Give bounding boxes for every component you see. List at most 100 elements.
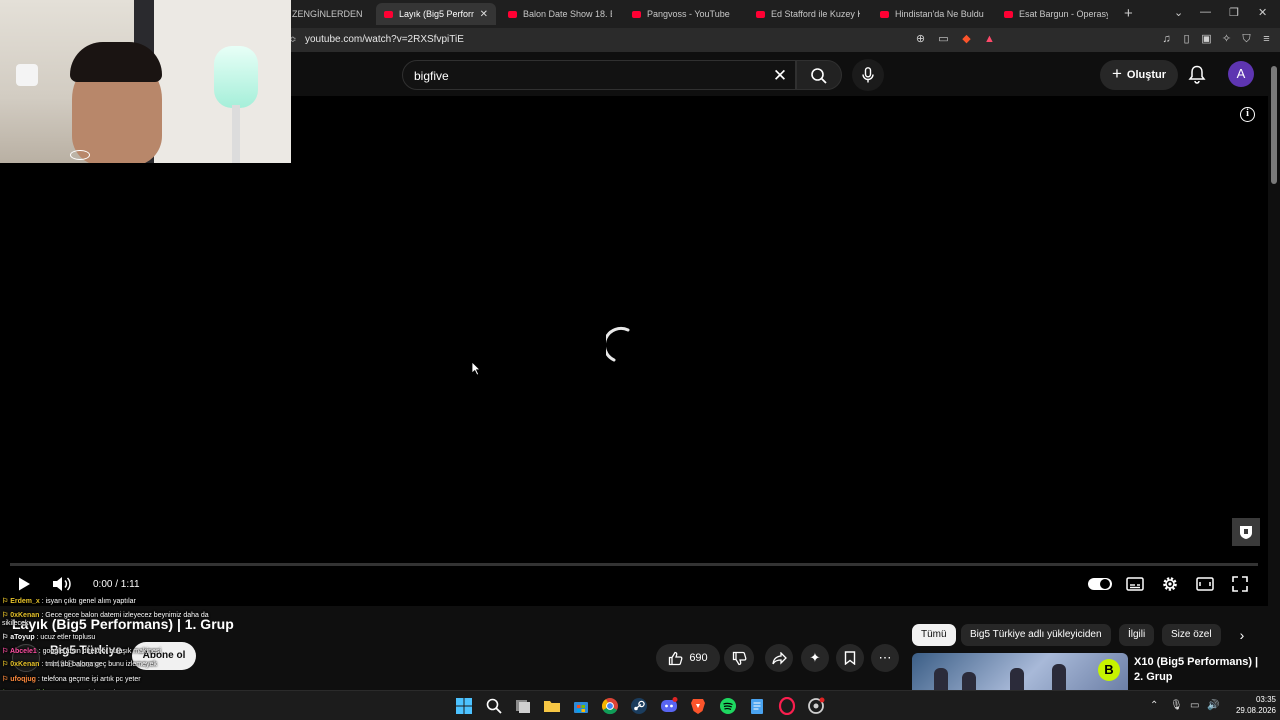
- zoom-icon[interactable]: ⊕: [914, 33, 927, 46]
- spotify-icon[interactable]: [719, 697, 737, 715]
- chip-uploader[interactable]: Big5 Türkiye adlı yükleyiciden: [961, 624, 1111, 646]
- shield-logo-icon: [1240, 526, 1252, 539]
- tray-volume-icon[interactable]: 🔊: [1207, 700, 1219, 711]
- menu-icon[interactable]: ≡: [1260, 33, 1273, 46]
- info-icon[interactable]: i: [1240, 107, 1255, 122]
- thumbnail-figure: [1010, 668, 1024, 690]
- tray-network-icon[interactable]: ▭: [1190, 700, 1199, 711]
- notifications-bell-icon[interactable]: [1188, 65, 1206, 84]
- save-button[interactable]: [836, 644, 864, 672]
- thumbnail-figure: [934, 668, 948, 690]
- sidebar-icon[interactable]: ▯: [1180, 33, 1193, 46]
- tab-3[interactable]: Pangvoss - YouTube: [624, 3, 744, 25]
- chat-message: ⚐ Abcele1 : google atsın direkt bi bulaş…: [2, 646, 161, 657]
- vpn-icon[interactable]: ⛉: [1240, 33, 1253, 46]
- task-view-icon[interactable]: [514, 697, 532, 715]
- clock-time: 03:35: [1255, 695, 1276, 704]
- search-button[interactable]: [796, 60, 842, 90]
- recommendation-thumbnail[interactable]: B: [912, 653, 1128, 690]
- channel-watermark-logo[interactable]: [1232, 518, 1260, 546]
- discord-icon[interactable]: [660, 697, 678, 715]
- fullscreen-icon[interactable]: [1232, 576, 1248, 592]
- tab-label: Balon Date Show 18. Bölü: [523, 9, 612, 19]
- tab-search-chevron-icon[interactable]: ⌄: [1174, 6, 1183, 19]
- chip-scroll-right-icon[interactable]: ›: [1232, 624, 1252, 646]
- webcam-cup: [16, 64, 38, 86]
- play-icon[interactable]: [16, 576, 32, 592]
- url-field[interactable]: youtube.com/watch?v=2RXSfvpiTiE: [305, 34, 464, 45]
- chat-username: ⚐ ufoqjug: [2, 676, 36, 683]
- more-actions-button[interactable]: ⋯: [871, 644, 899, 672]
- brave-rewards-icon[interactable]: ▲: [983, 33, 996, 46]
- close-window-icon[interactable]: ✕: [1258, 6, 1267, 19]
- channel-badge-icon: B: [1098, 659, 1120, 681]
- chip-related[interactable]: İlgili: [1119, 624, 1155, 646]
- tab-2[interactable]: Balon Date Show 18. Bölü: [500, 3, 620, 25]
- webcam-microphone: [214, 46, 258, 108]
- opera-gx-icon[interactable]: [778, 697, 796, 715]
- brave-browser-icon[interactable]: [689, 697, 707, 715]
- more-horizontal-icon: ⋯: [878, 650, 892, 665]
- youtube-favicon-icon: [632, 10, 641, 18]
- webcam-person-hair: [70, 42, 162, 82]
- media-icon[interactable]: ♫: [1160, 33, 1173, 46]
- extra-app-icon[interactable]: [807, 697, 825, 715]
- settings-gear-icon[interactable]: [1161, 575, 1179, 593]
- windows-start-icon[interactable]: [455, 697, 473, 715]
- chip-for-you[interactable]: Size özel: [1162, 624, 1221, 646]
- create-button[interactable]: + Oluştur: [1100, 60, 1178, 90]
- taskbar-search-icon[interactable]: [485, 697, 503, 715]
- chat-username: ⚐ aToyup: [2, 634, 35, 641]
- clear-search-icon[interactable]: ✕: [769, 65, 791, 87]
- chat-message: ⚐ 0xKenan : tmm abi balona geç bunu izle…: [2, 659, 157, 670]
- voice-search-button[interactable]: [852, 59, 884, 91]
- new-tab-icon[interactable]: +: [1124, 5, 1133, 22]
- share-button[interactable]: [765, 644, 793, 672]
- notepad-icon[interactable]: [748, 697, 766, 715]
- video-player[interactable]: i 0:00 / 1:11: [0, 96, 1268, 606]
- tab-0[interactable]: ZENGİNLERDEN PARA: [284, 3, 372, 25]
- screen: ZENGİNLERDEN PARA Layık (Big5 Performan …: [0, 0, 1280, 720]
- search-icon: [811, 68, 827, 84]
- tab-4[interactable]: Ed Stafford ile Kuzey Kenj: [748, 3, 868, 25]
- chat-text: : Gece gece balon datemi izleyecez beyni…: [39, 612, 209, 619]
- cast-icon[interactable]: ▭: [937, 33, 950, 46]
- wallet-icon[interactable]: ▣: [1200, 33, 1213, 46]
- search-box[interactable]: bigfive ✕: [402, 60, 796, 90]
- chip-all[interactable]: Tümü: [912, 624, 956, 646]
- dislike-button[interactable]: [724, 644, 754, 672]
- autoplay-toggle[interactable]: [1088, 578, 1112, 590]
- subtitles-icon[interactable]: [1126, 576, 1144, 592]
- chat-message: sikilecek: [2, 618, 28, 629]
- tab-6[interactable]: Esat Bargun - Operasyon: [996, 3, 1116, 25]
- chat-message: ⚐ ufoqjug : telefona geçme işi artık pc …: [2, 674, 141, 685]
- chat-text: : isyan çıktı genel alım yaptılar: [39, 598, 136, 605]
- webcam-mic-stand: [232, 105, 240, 163]
- tab-5[interactable]: Hindistan'da Ne Bulduysa: [872, 3, 992, 25]
- ask-ai-button[interactable]: ✦: [801, 644, 829, 672]
- recommendation-title[interactable]: X10 (Big5 Performans) | 2. Grup: [1134, 655, 1264, 685]
- chrome-icon[interactable]: [601, 697, 619, 715]
- theater-mode-icon[interactable]: [1196, 576, 1214, 592]
- windows-taskbar: ⌃ 🎙 ▭ 🔊 03:35 29.08.2026: [0, 690, 1280, 720]
- youtube-favicon-icon: [756, 10, 765, 18]
- tab-close-icon[interactable]: ✕: [480, 9, 488, 20]
- maximize-icon[interactable]: ❐: [1229, 6, 1239, 19]
- leo-ai-icon[interactable]: ✧: [1220, 33, 1233, 46]
- brave-shields-icon[interactable]: ◆: [960, 33, 973, 46]
- like-button[interactable]: 690: [656, 644, 720, 672]
- tray-overflow-chevron-icon[interactable]: ⌃: [1150, 700, 1158, 711]
- minimize-icon[interactable]: —: [1200, 6, 1211, 18]
- account-avatar[interactable]: A: [1228, 61, 1254, 87]
- tray-microphone-icon[interactable]: 🎙: [1170, 700, 1183, 711]
- tab-1-active[interactable]: Layık (Big5 Performan ✕: [376, 3, 496, 25]
- progress-bar[interactable]: [10, 563, 1258, 566]
- steam-icon[interactable]: [630, 697, 648, 715]
- search-input[interactable]: bigfive: [414, 69, 449, 83]
- file-explorer-icon[interactable]: [543, 697, 561, 715]
- taskbar-clock[interactable]: 03:35 29.08.2026: [1224, 694, 1276, 716]
- page-scrollbar[interactable]: [1268, 52, 1280, 690]
- scrollbar-thumb[interactable]: [1271, 66, 1277, 184]
- microsoft-store-icon[interactable]: [572, 697, 590, 715]
- volume-icon[interactable]: [52, 576, 72, 592]
